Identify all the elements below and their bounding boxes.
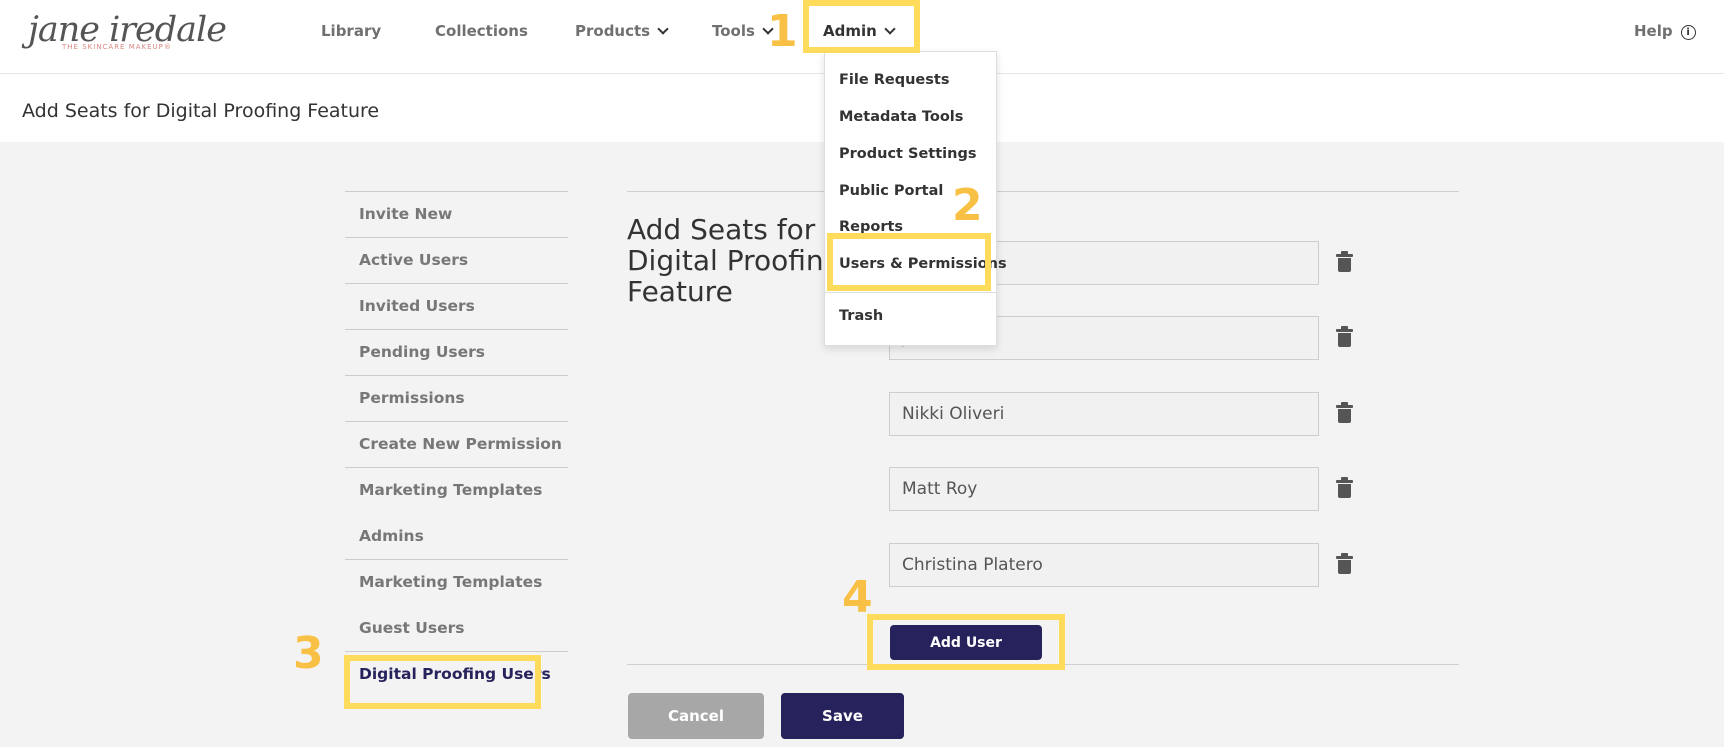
nav-collections-label: Collections — [435, 22, 528, 40]
sidebar-item-guest-users[interactable]: Guest Users — [345, 606, 568, 652]
nav-library[interactable]: Library — [321, 22, 381, 40]
content-title: Add Seats for Digital Proofing Feature — [627, 214, 841, 307]
page-header-title: Add Seats for Digital Proofing Feature — [22, 100, 380, 122]
content-top-divider — [627, 191, 1459, 192]
menu-item-trash[interactable]: Trash — [839, 308, 883, 324]
content-bottom-divider — [627, 664, 1459, 665]
menu-item-metadata-tools[interactable]: Metadata Tools — [839, 109, 963, 125]
menu-item-product-settings[interactable]: Product Settings — [839, 146, 976, 162]
logo-tagline: THE SKINCARE MAKEUP® — [62, 43, 172, 51]
user-name-input[interactable] — [889, 467, 1319, 511]
brand-logo[interactable]: jane iredale THE SKINCARE MAKEUP® — [28, 12, 227, 51]
content-title-line-2: Digital Proofing — [627, 244, 842, 277]
sidebar-item-create-new-permission[interactable]: Create New Permission — [345, 422, 568, 468]
save-button[interactable]: Save — [781, 693, 904, 739]
add-user-button[interactable]: Add User — [890, 625, 1042, 660]
nav-collections[interactable]: Collections — [435, 22, 528, 40]
menu-divider — [825, 292, 996, 293]
nav-help[interactable]: Help i — [1634, 22, 1696, 40]
step-number-2: 2 — [952, 180, 983, 231]
menu-item-users-permissions[interactable]: Users & Permissions — [839, 256, 1007, 272]
menu-item-reports[interactable]: Reports — [839, 219, 903, 235]
chevron-down-icon — [884, 23, 896, 35]
sidebar-item-invite-new[interactable]: Invite New — [345, 192, 568, 238]
users-sidebar: Invite New Active Users Invited Users Pe… — [345, 191, 568, 698]
nav-products-label: Products — [575, 22, 651, 40]
step-number-4: 4 — [842, 572, 873, 623]
sidebar-item-marketing-templates-2[interactable]: Marketing Templates — [345, 560, 568, 606]
content-title-line-3: Feature — [627, 275, 733, 308]
nav-help-label: Help — [1634, 22, 1673, 40]
content-title-line-1: Add Seats for — [627, 213, 816, 246]
user-name-input[interactable] — [889, 392, 1319, 436]
user-name-input[interactable] — [889, 543, 1319, 587]
sidebar-item-digital-proofing-users[interactable]: Digital Proofing Users — [345, 652, 568, 698]
sidebar-item-marketing-templates[interactable]: Marketing Templates — [345, 468, 568, 514]
step-number-1: 1 — [767, 6, 798, 57]
nav-admin[interactable]: Admin — [823, 22, 896, 40]
cancel-button[interactable]: Cancel — [628, 693, 764, 739]
menu-item-file-requests[interactable]: File Requests — [839, 72, 949, 88]
nav-library-label: Library — [321, 22, 382, 40]
chevron-down-icon — [657, 23, 669, 35]
nav-tools-label: Tools — [712, 22, 755, 40]
nav-admin-label: Admin — [823, 22, 877, 40]
sidebar-item-active-users[interactable]: Active Users — [345, 238, 568, 284]
sidebar-item-invited-users[interactable]: Invited Users — [345, 284, 568, 330]
sidebar-item-admins[interactable]: Admins — [345, 514, 568, 560]
info-icon: i — [1680, 25, 1696, 40]
step-number-3: 3 — [293, 628, 324, 679]
menu-item-public-portal[interactable]: Public Portal — [839, 183, 943, 199]
sidebar-item-pending-users[interactable]: Pending Users — [345, 330, 568, 376]
nav-tools[interactable]: Tools — [712, 22, 774, 40]
nav-products[interactable]: Products — [575, 22, 669, 40]
sidebar-item-permissions[interactable]: Permissions — [345, 376, 568, 422]
